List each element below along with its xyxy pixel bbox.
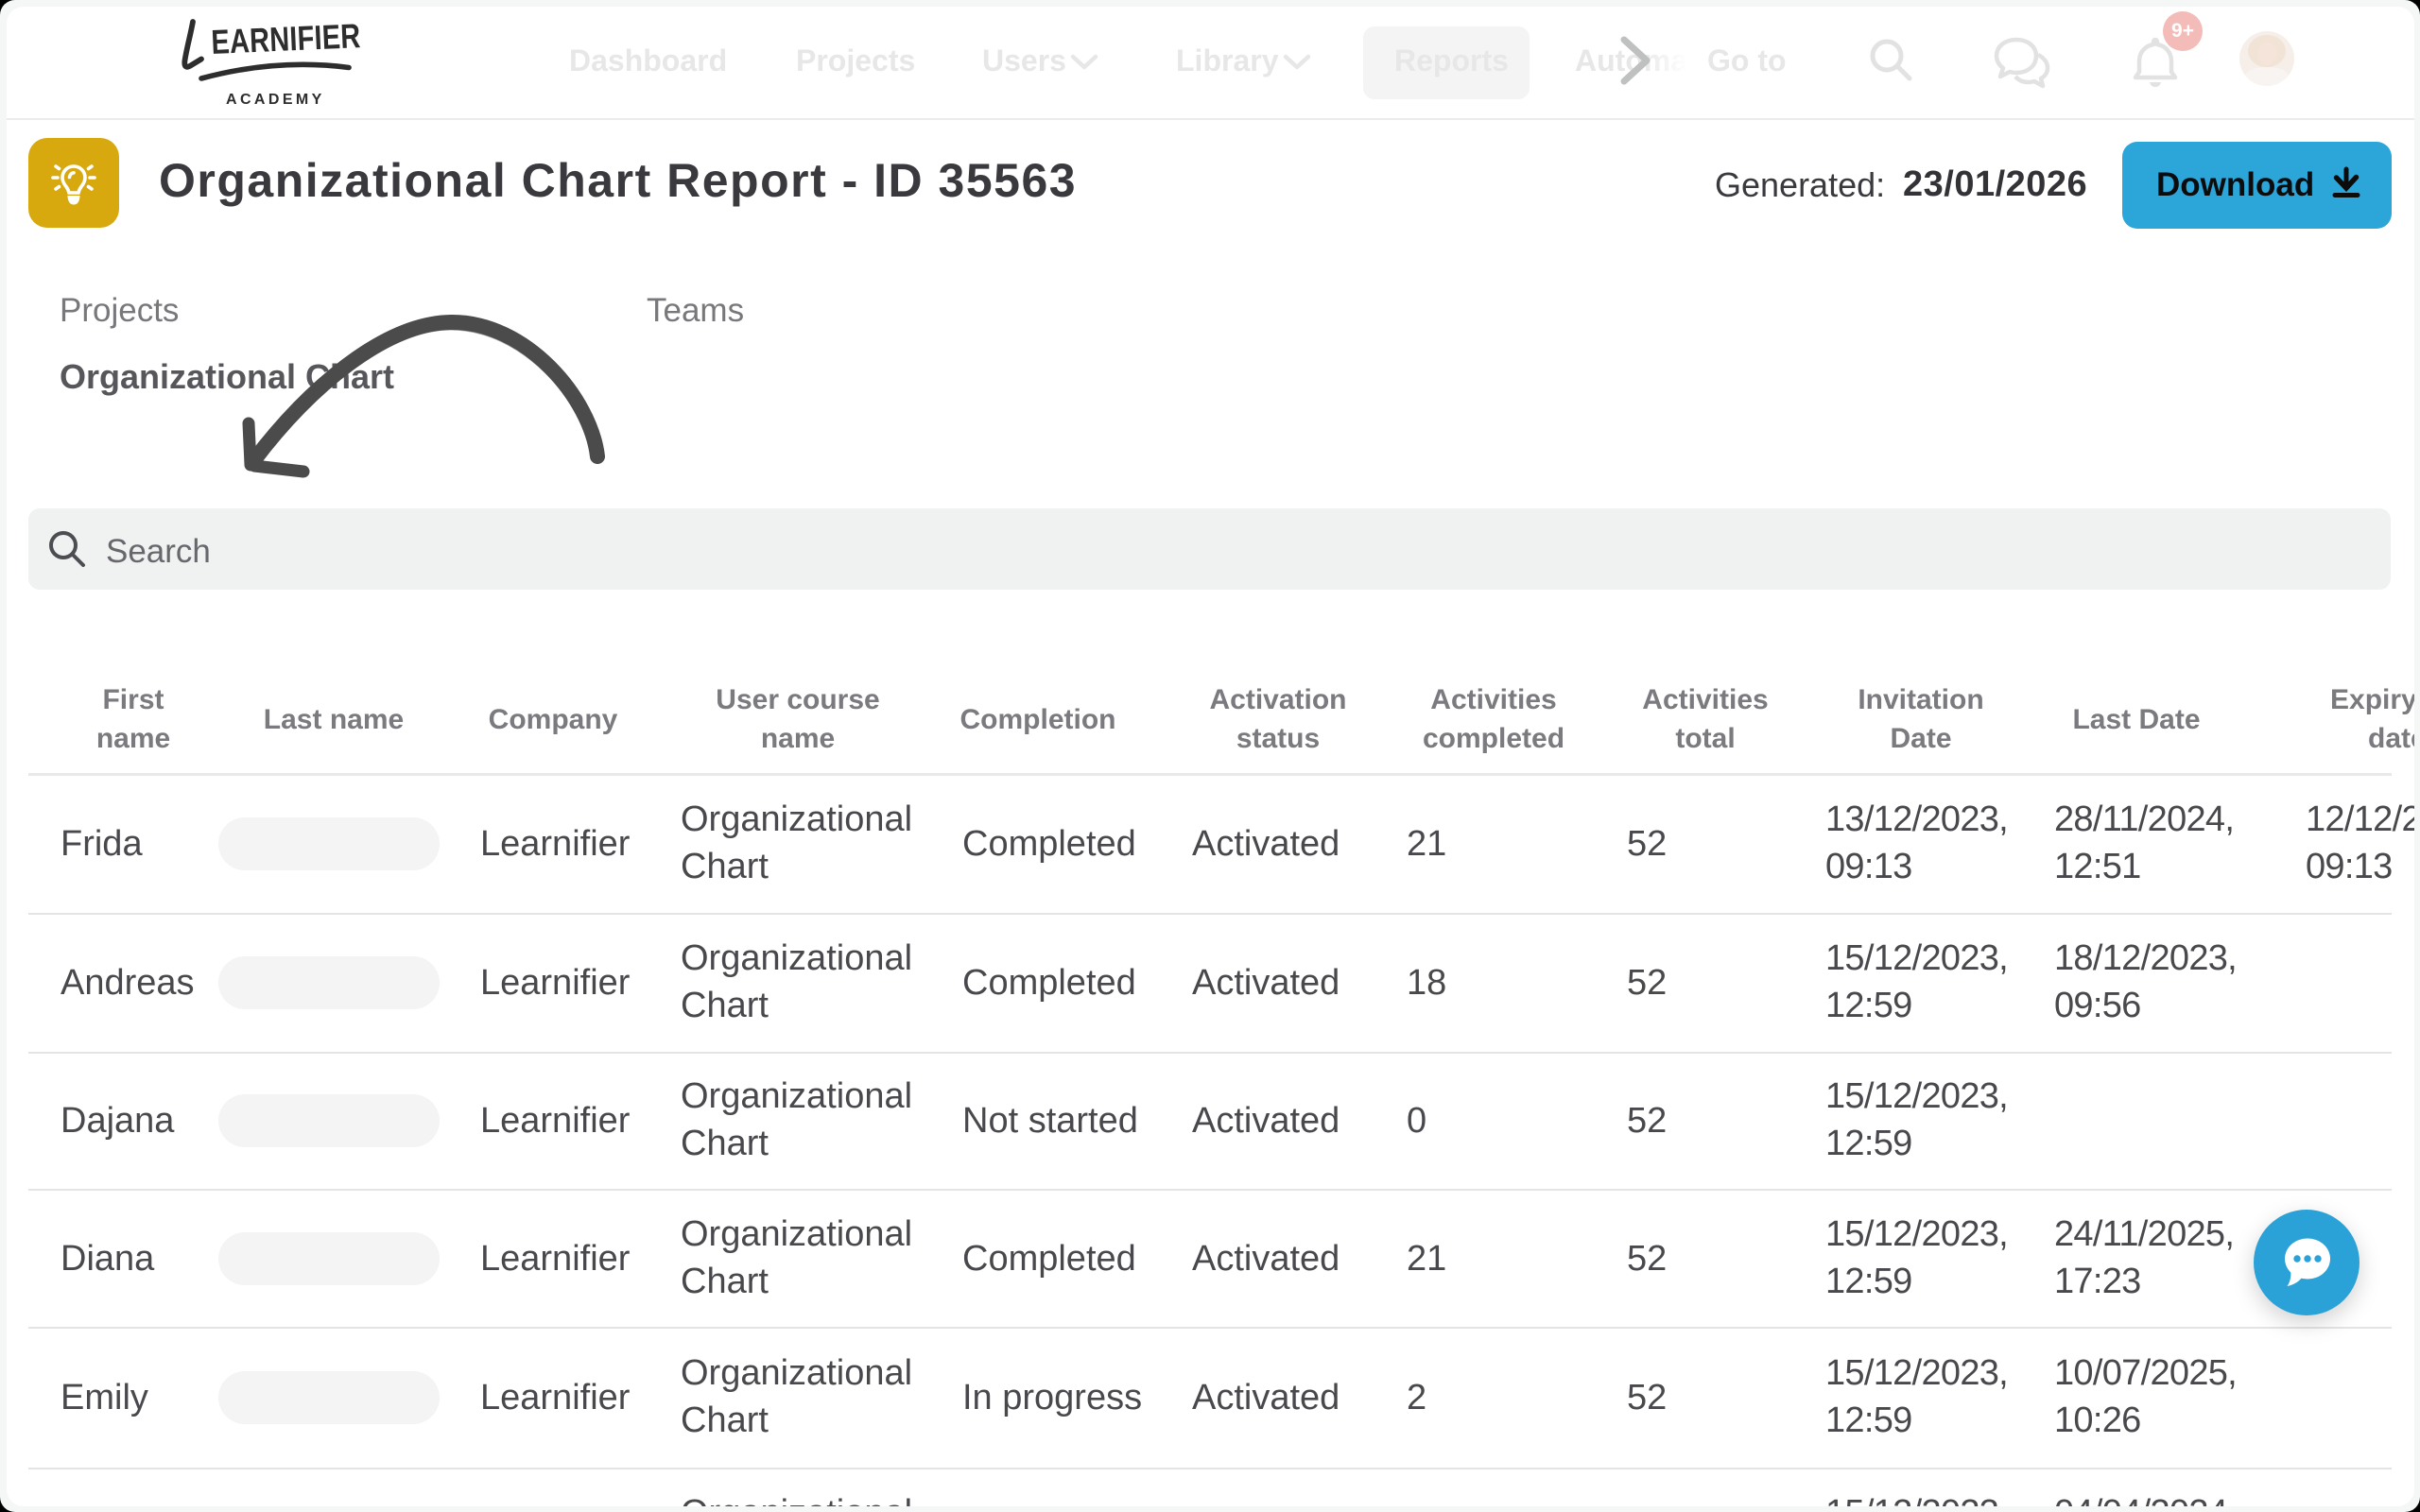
svg-text:ACADEMY: ACADEMY <box>226 92 325 108</box>
svg-text:EARNIFIER: EARNIFIER <box>211 19 362 61</box>
